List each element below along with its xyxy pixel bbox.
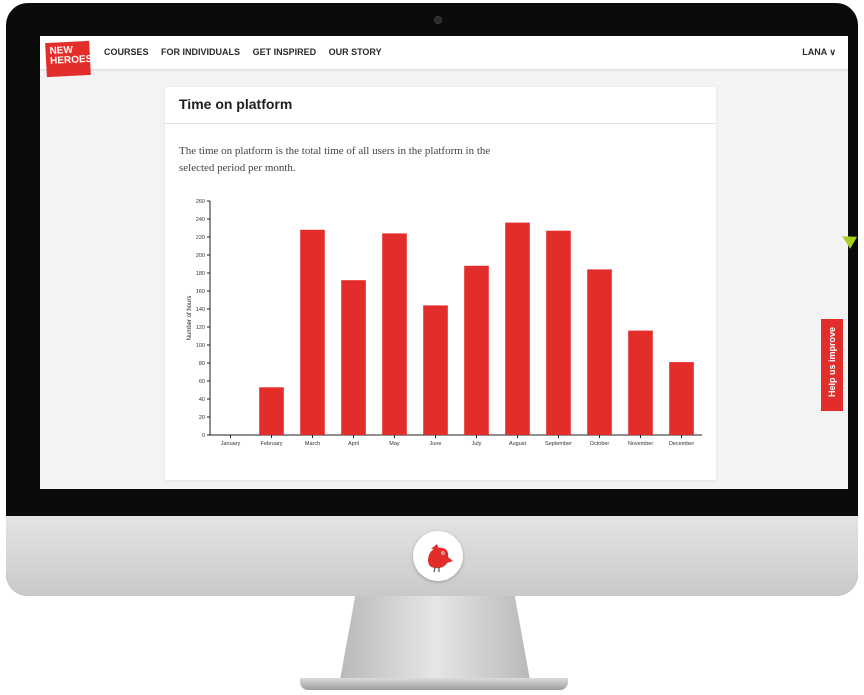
help-us-improve-label: Help us improve bbox=[827, 326, 837, 398]
y-axis-label: Number of hours bbox=[187, 296, 193, 341]
screen: COURSES FOR INDIVIDUALS GET INSPIRED OUR… bbox=[40, 36, 848, 489]
brand-logo-text: NEW HEROES bbox=[49, 44, 93, 67]
bar-september bbox=[546, 230, 571, 435]
camera-icon bbox=[434, 16, 442, 24]
x-tick-label: April bbox=[348, 441, 359, 447]
y-tick-label: 40 bbox=[199, 397, 205, 403]
top-navigation: COURSES FOR INDIVIDUALS GET INSPIRED OUR… bbox=[40, 36, 848, 69]
bar-july bbox=[464, 265, 489, 435]
y-tick-label: 160 bbox=[196, 289, 205, 295]
x-tick-label: July bbox=[472, 441, 482, 447]
card-description: The time on platform is the total time o… bbox=[179, 145, 491, 174]
bar-august bbox=[505, 222, 530, 435]
user-menu[interactable]: LANA ∨ bbox=[802, 47, 836, 58]
y-tick-label: 140 bbox=[196, 307, 205, 313]
time-on-platform-card: Time on platform The time on platform is… bbox=[165, 87, 716, 480]
chevron-down-icon: ∨ bbox=[829, 47, 836, 57]
nav-item-our-story[interactable]: OUR STORY bbox=[329, 47, 382, 57]
x-tick-label: October bbox=[590, 441, 610, 447]
bar-november bbox=[628, 330, 653, 435]
y-tick-label: 180 bbox=[196, 271, 205, 277]
y-tick-label: 60 bbox=[199, 379, 205, 385]
card-divider bbox=[165, 123, 716, 124]
x-tick-label: January bbox=[221, 441, 241, 447]
y-tick-label: 120 bbox=[196, 325, 205, 331]
x-tick-label: September bbox=[545, 441, 572, 447]
help-us-improve-button[interactable]: Help us improve bbox=[821, 319, 843, 411]
y-tick-label: 200 bbox=[196, 253, 205, 259]
brand-logo[interactable]: NEW HEROES bbox=[45, 40, 93, 78]
nav-item-courses[interactable]: COURSES bbox=[104, 47, 149, 57]
bar-october bbox=[587, 269, 612, 435]
bar-june bbox=[423, 305, 448, 435]
bar-december bbox=[669, 362, 694, 435]
nav-menu: COURSES FOR INDIVIDUALS GET INSPIRED OUR… bbox=[104, 47, 392, 57]
x-tick-label: May bbox=[389, 441, 400, 447]
bar-chart: 0 20 40 60 80 100 120 140 160 180 200 220 240 260 Numb… bbox=[187, 199, 702, 447]
x-tick-label: November bbox=[628, 441, 654, 447]
y-tick-label: 240 bbox=[196, 217, 205, 223]
monitor-stand bbox=[340, 596, 530, 680]
y-tick-label: 260 bbox=[196, 199, 205, 205]
y-tick-label: 0 bbox=[202, 433, 205, 439]
y-tick-label: 80 bbox=[199, 361, 205, 367]
monitor-stand-base bbox=[300, 678, 568, 690]
x-tick-label: August bbox=[509, 441, 527, 447]
bar-april bbox=[341, 280, 366, 435]
card-title: Time on platform bbox=[179, 96, 293, 112]
user-name: LANA bbox=[802, 47, 827, 57]
nav-item-get-inspired[interactable]: GET INSPIRED bbox=[253, 47, 317, 57]
x-tick-label: February bbox=[260, 441, 282, 447]
bar-february bbox=[259, 387, 284, 435]
bar-march bbox=[300, 229, 325, 435]
y-tick-label: 20 bbox=[199, 415, 205, 421]
x-tick-label: December bbox=[669, 441, 695, 447]
y-tick-label: 100 bbox=[196, 343, 205, 349]
bar-may bbox=[382, 233, 407, 435]
x-tick-label: March bbox=[305, 441, 320, 447]
bird-logo-icon bbox=[413, 531, 463, 581]
x-tick-label: June bbox=[430, 441, 442, 447]
y-tick-label: 220 bbox=[196, 235, 205, 241]
nav-item-for-individuals[interactable]: FOR INDIVIDUALS bbox=[161, 47, 240, 57]
